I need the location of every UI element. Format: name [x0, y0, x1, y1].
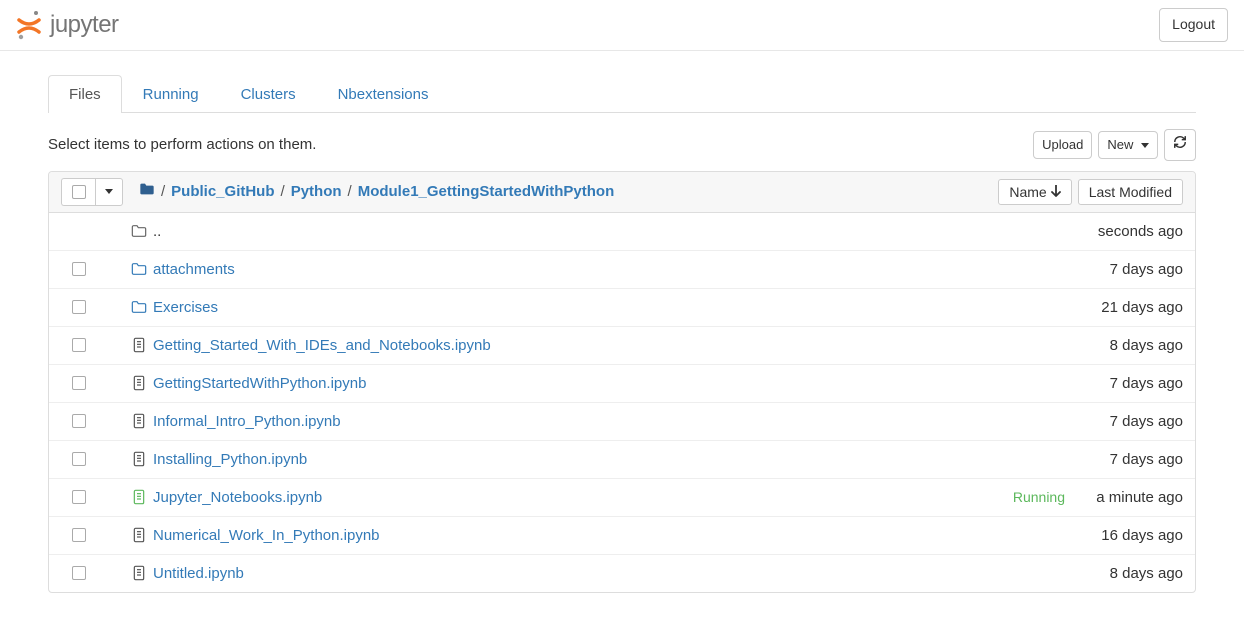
row-checkbox[interactable]	[72, 376, 86, 390]
tab-files[interactable]: Files	[48, 75, 122, 113]
row-checkbox[interactable]	[72, 414, 86, 428]
item-time: 8 days ago	[1073, 565, 1183, 582]
breadcrumb: / Public_GitHub / Python / Module1_Getti…	[139, 182, 992, 201]
breadcrumb-separator: /	[348, 183, 352, 200]
row-checkbox-cell[interactable]	[61, 490, 97, 504]
row-checkbox-cell[interactable]	[61, 528, 97, 542]
notebook-icon	[125, 565, 153, 581]
row-checkbox[interactable]	[72, 566, 86, 580]
logo-text: jupyter	[50, 11, 119, 39]
row-checkbox-cell[interactable]	[61, 566, 97, 580]
list-item: Numerical_Work_In_Python.ipynb16 days ag…	[49, 517, 1195, 555]
selection-hint: Select items to perform actions on them.	[48, 136, 316, 153]
list-item: Getting_Started_With_IDEs_and_Notebooks.…	[49, 327, 1195, 365]
list-item: Untitled.ipynb8 days ago	[49, 555, 1195, 592]
row-checkbox[interactable]	[72, 490, 86, 504]
caret-down-icon	[105, 189, 113, 194]
item-time: a minute ago	[1073, 489, 1183, 506]
row-checkbox[interactable]	[72, 528, 86, 542]
item-time: 21 days ago	[1073, 299, 1183, 316]
arrow-down-icon	[1051, 184, 1061, 200]
row-checkbox-cell[interactable]	[61, 376, 97, 390]
row-checkbox-cell[interactable]	[61, 300, 97, 314]
row-checkbox-cell[interactable]	[61, 262, 97, 276]
item-name[interactable]: Informal_Intro_Python.ipynb	[153, 413, 1073, 430]
list-item: Installing_Python.ipynb7 days ago	[49, 441, 1195, 479]
item-name[interactable]: attachments	[153, 261, 1073, 278]
row-checkbox[interactable]	[72, 300, 86, 314]
new-button-label: New	[1107, 137, 1133, 152]
folder-icon	[125, 300, 153, 314]
logout-button[interactable]: Logout	[1159, 8, 1228, 42]
parent-dir-name[interactable]: ..	[153, 223, 1073, 240]
toolbar-buttons: Upload New	[1033, 129, 1196, 161]
sort-name-label: Name	[1009, 184, 1046, 200]
row-checkbox[interactable]	[72, 262, 86, 276]
list-header: / Public_GitHub / Python / Module1_Getti…	[49, 172, 1195, 213]
parent-dir-row[interactable]: .. seconds ago	[49, 213, 1195, 251]
page-header: jupyter Logout	[0, 0, 1244, 51]
notebook-icon	[125, 337, 153, 353]
item-name[interactable]: Installing_Python.ipynb	[153, 451, 1073, 468]
list-item: Exercises21 days ago	[49, 289, 1195, 327]
sort-name-button[interactable]: Name	[998, 179, 1071, 205]
file-list: / Public_GitHub / Python / Module1_Getti…	[48, 171, 1196, 593]
parent-dir-time: seconds ago	[1073, 223, 1183, 240]
breadcrumb-item[interactable]: Module1_GettingStartedWithPython	[358, 183, 615, 200]
list-item: GettingStartedWithPython.ipynb7 days ago	[49, 365, 1195, 403]
breadcrumb-item[interactable]: Python	[291, 183, 342, 200]
row-checkbox[interactable]	[72, 452, 86, 466]
row-checkbox[interactable]	[72, 338, 86, 352]
tab-nbextensions[interactable]: Nbextensions	[317, 75, 450, 113]
item-name[interactable]: Exercises	[153, 299, 1073, 316]
notebook-icon	[125, 489, 153, 505]
list-item: Jupyter_Notebooks.ipynbRunning a minute a…	[49, 479, 1195, 517]
running-status: Running	[1013, 489, 1065, 505]
breadcrumb-separator: /	[281, 183, 285, 200]
jupyter-logo-icon	[16, 10, 42, 40]
tab-clusters[interactable]: Clusters	[220, 75, 317, 113]
logo[interactable]: jupyter	[16, 10, 119, 40]
tab-running[interactable]: Running	[122, 75, 220, 113]
folder-icon	[125, 224, 153, 238]
select-dropdown[interactable]	[95, 178, 123, 206]
item-name[interactable]: Untitled.ipynb	[153, 565, 1073, 582]
refresh-button[interactable]	[1164, 129, 1196, 161]
item-name[interactable]: Numerical_Work_In_Python.ipynb	[153, 527, 1073, 544]
item-name[interactable]: GettingStartedWithPython.ipynb	[153, 375, 1073, 392]
notebook-icon	[125, 451, 153, 467]
item-name[interactable]: Jupyter_Notebooks.ipynb	[153, 489, 1013, 506]
notebook-icon	[125, 375, 153, 391]
breadcrumb-item[interactable]: Public_GitHub	[171, 183, 274, 200]
select-all-checkbox[interactable]	[72, 185, 86, 199]
row-checkbox-cell[interactable]	[61, 414, 97, 428]
row-checkbox-cell[interactable]	[61, 338, 97, 352]
item-time: 8 days ago	[1073, 337, 1183, 354]
row-checkbox-cell[interactable]	[61, 452, 97, 466]
notebook-icon	[125, 527, 153, 543]
notebook-icon	[125, 413, 153, 429]
caret-down-icon	[1141, 143, 1149, 148]
refresh-icon	[1173, 136, 1187, 153]
upload-button[interactable]: Upload	[1033, 131, 1092, 159]
item-time: 7 days ago	[1073, 413, 1183, 430]
list-item: Informal_Intro_Python.ipynb7 days ago	[49, 403, 1195, 441]
sort-modified-button[interactable]: Last Modified	[1078, 179, 1183, 205]
main-container: Files Running Clusters Nbextensions Sele…	[0, 75, 1244, 593]
item-time: 7 days ago	[1073, 375, 1183, 392]
folder-root-icon[interactable]	[139, 182, 155, 201]
item-name[interactable]: Getting_Started_With_IDEs_and_Notebooks.…	[153, 337, 1073, 354]
item-time: 7 days ago	[1073, 261, 1183, 278]
item-time: 16 days ago	[1073, 527, 1183, 544]
list-item: attachments7 days ago	[49, 251, 1195, 289]
breadcrumb-separator: /	[161, 183, 165, 200]
toolbar: Select items to perform actions on them.…	[48, 129, 1196, 161]
new-button[interactable]: New	[1098, 131, 1158, 159]
folder-icon	[125, 262, 153, 276]
select-all-checkbox-wrapper[interactable]	[61, 178, 95, 206]
item-time: 7 days ago	[1073, 451, 1183, 468]
tab-bar: Files Running Clusters Nbextensions	[48, 75, 1196, 113]
